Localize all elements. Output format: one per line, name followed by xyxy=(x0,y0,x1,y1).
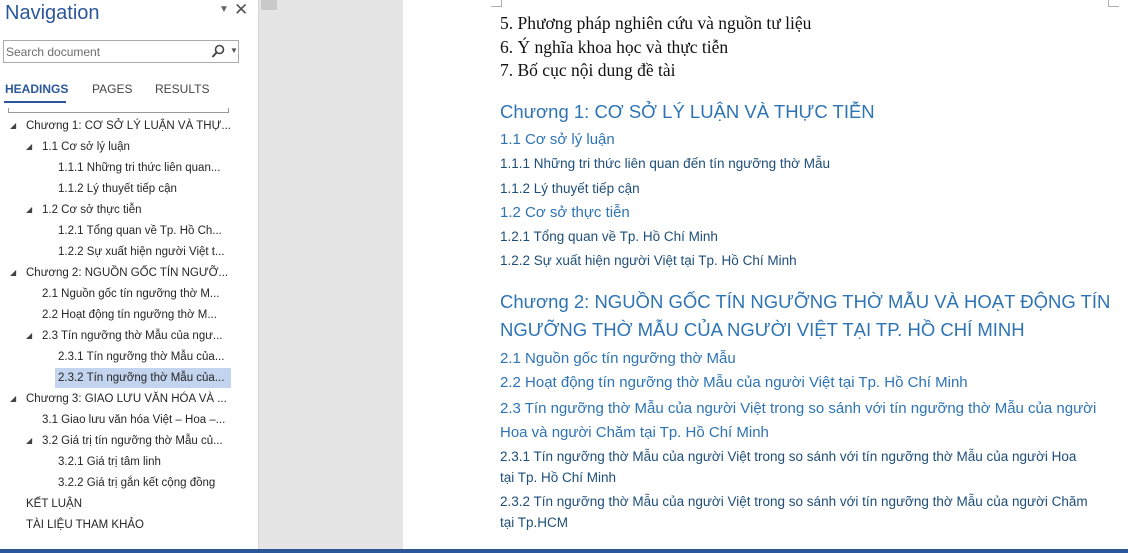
scroll-indicator xyxy=(8,108,229,113)
word-window: Navigation ▼ ✕ ▼ HEADINGS PAGES RESULTS … xyxy=(0,0,1128,553)
heading-line: Chương 1: CƠ SỞ LÝ LUẬN VÀ THỰC TIỄN xyxy=(500,101,875,122)
heading-item[interactable]: 2.2 Hoạt động tín ngưỡng thờ M... xyxy=(39,305,231,325)
scrollbar-thumb[interactable] xyxy=(261,0,277,10)
heading-line: 2.3 Tín ngưỡng thờ Mẫu của người Việt tr… xyxy=(500,400,1097,417)
heading-line: NGƯỠNG THỜ MẪU CỦA NGƯỜI VIỆT TẠI TP. HỒ… xyxy=(500,319,1025,340)
heading-item[interactable]: 1.1.2 Lý thuyết tiếp cận xyxy=(55,179,231,199)
heading-item[interactable]: 2.3.2 Tín ngưỡng thờ Mẫu của... xyxy=(55,368,231,388)
tab-headings[interactable]: HEADINGS xyxy=(5,82,68,96)
heading-item[interactable]: 2.3.1 Tín ngưỡng thờ Mẫu của... xyxy=(55,347,231,367)
heading-item[interactable]: 2.3 Tín ngưỡng thờ Mẫu của ngư... xyxy=(39,326,231,346)
heading-line: Chương 2: NGUỒN GỐC TÍN NGƯỠNG THỜ MẪU V… xyxy=(500,291,1111,312)
close-icon[interactable]: ✕ xyxy=(234,0,248,20)
heading-item[interactable]: TÀI LIỆU THAM KHẢO xyxy=(23,515,231,535)
heading-line: 2.3.2 Tín ngưỡng thờ Mẫu của người Việt … xyxy=(500,494,1088,509)
heading-item[interactable]: Chương 2: NGUỒN GỐC TÍN NGƯỠ... xyxy=(23,263,231,283)
heading-item[interactable]: 3.1 Giao lưu văn hóa Việt – Hoa –... xyxy=(39,410,231,430)
heading-line: 1.2.2 Sự xuất hiện người Việt tại Tp. Hồ… xyxy=(500,253,797,268)
expand-arrow-icon[interactable]: ◢ xyxy=(10,389,16,409)
heading-line: 1.1.1 Những tri thức liên quan đến tín n… xyxy=(500,156,831,171)
pane-options-icon[interactable]: ▼ xyxy=(219,4,229,15)
heading-item[interactable]: Chương 1: CƠ SỞ LÝ LUẬN VÀ THỰ... xyxy=(23,116,231,136)
expand-arrow-icon[interactable]: ◢ xyxy=(10,263,16,283)
heading-line: 2.2 Hoạt động tín ngưỡng thờ Mẫu của ngư… xyxy=(500,374,968,391)
body-text-line: 5. Phương pháp nghiên cứu và nguồn tư li… xyxy=(500,13,812,33)
expand-arrow-icon[interactable]: ◢ xyxy=(26,200,32,220)
expand-arrow-icon[interactable]: ◢ xyxy=(26,326,32,346)
navigation-title: Navigation xyxy=(5,2,100,24)
tab-pages[interactable]: PAGES xyxy=(92,82,132,96)
heading-item[interactable]: 3.2.2 Giá trị gắn kết cộng đồng xyxy=(55,473,231,493)
search-icon[interactable] xyxy=(211,44,225,59)
tab-results[interactable]: RESULTS xyxy=(155,82,209,96)
heading-line: 2.1 Nguồn gốc tín ngưỡng thờ Mẫu xyxy=(500,350,736,367)
status-bar xyxy=(0,549,1128,553)
body-text-line: 6. Ý nghĩa khoa học và thực tiễn xyxy=(500,37,729,57)
search-input[interactable] xyxy=(6,43,202,60)
heading-line: 1.2 Cơ sở thực tiễn xyxy=(500,204,630,221)
document-gutter xyxy=(259,0,403,549)
active-tab-indicator xyxy=(4,101,66,103)
heading-line: tại Tp. Hồ Chí Minh xyxy=(500,470,617,485)
expand-arrow-icon[interactable]: ◢ xyxy=(26,431,32,451)
search-box[interactable]: ▼ xyxy=(3,40,239,63)
heading-line: tại Tp.HCM xyxy=(500,515,569,530)
margin-mark-right xyxy=(1108,0,1119,7)
heading-line: 1.1.2 Lý thuyết tiếp cận xyxy=(500,181,640,196)
expand-arrow-icon[interactable]: ◢ xyxy=(26,137,32,157)
expand-arrow-icon[interactable]: ◢ xyxy=(10,116,16,136)
heading-item[interactable]: 3.2 Giá trị tín ngưỡng thờ Mẫu củ... xyxy=(39,431,231,451)
margin-mark-left xyxy=(491,0,502,7)
heading-item[interactable]: 1.2.2 Sự xuất hiện người Việt t... xyxy=(55,242,231,262)
heading-line: 2.3.1 Tín ngưỡng thờ Mẫu của người Việt … xyxy=(500,449,1077,464)
heading-item[interactable]: 2.1 Nguồn gốc tín ngưỡng thờ M... xyxy=(39,284,231,304)
heading-item[interactable]: 1.2.1 Tổng quan về Tp. Hồ Ch... xyxy=(55,221,231,241)
heading-item[interactable]: Chương 3: GIAO LƯU VĂN HÓA VÀ ... xyxy=(23,389,231,409)
heading-item[interactable]: 3.2.1 Giá trị tâm linh xyxy=(55,452,231,472)
heading-line: 1.1 Cơ sở lý luận xyxy=(500,131,615,148)
heading-item[interactable]: 1.2 Cơ sở thực tiễn xyxy=(39,200,231,220)
document-page[interactable]: 5. Phương pháp nghiên cứu và nguồn tư li… xyxy=(403,0,1128,549)
heading-item[interactable]: 1.1 Cơ sở lý luận xyxy=(39,137,231,157)
heading-line: 1.2.1 Tổng quan về Tp. Hồ Chí Minh xyxy=(500,229,718,244)
heading-item[interactable]: KẾT LUẬN xyxy=(23,494,231,514)
navigation-pane: Navigation ▼ ✕ ▼ HEADINGS PAGES RESULTS … xyxy=(0,0,259,549)
heading-item[interactable]: 1.1.1 Những tri thức liên quan... xyxy=(55,158,231,178)
heading-line: Hoa và người Chăm tại Tp. Hồ Chí Minh xyxy=(500,424,769,441)
body-text-line: 7. Bố cục nội dung đề tài xyxy=(500,60,676,80)
search-options-icon[interactable]: ▼ xyxy=(230,46,238,55)
